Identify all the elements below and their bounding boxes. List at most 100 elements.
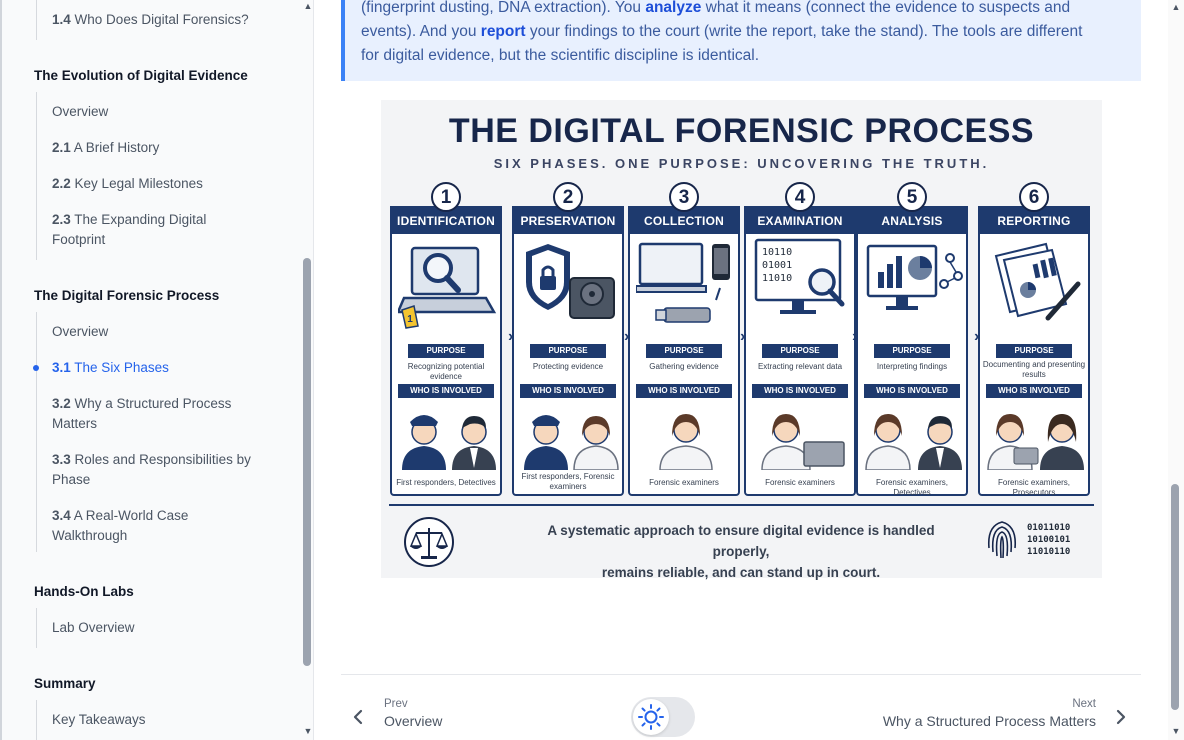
phase-number: 5 — [897, 182, 927, 212]
phase-purpose: Protecting evidence — [532, 362, 604, 371]
sidebar-item-label: A Real-World Case Walkthrough — [52, 508, 189, 543]
sidebar-item-case-walkthrough[interactable]: 3.4 A Real-World Case Walkthrough — [52, 506, 212, 546]
phase-people: First responders, Forensic examiners — [521, 472, 615, 491]
forensic-process-infographic: THE DIGITAL FORENSIC PROCESS SIX PHASES.… — [381, 100, 1102, 580]
monitor-charts-network-icon — [866, 244, 963, 310]
sidebar-item-label: Roles and Responsibilities by Phase — [52, 452, 251, 487]
monitor-binary-magnifier-icon: 10110 01001 11010 — [754, 238, 845, 314]
binary-line: 10110 — [762, 247, 792, 258]
binary-line: 01001 — [762, 260, 792, 271]
forensic-examiner-icon — [659, 414, 713, 470]
chevron-right-icon — [1116, 709, 1126, 725]
scroll-up-arrow-icon[interactable]: ▲ — [303, 1, 313, 11]
laptop-phone-usb-icon — [636, 242, 730, 323]
who-label: WHO IS INVOLVED — [398, 384, 494, 398]
footer-divider — [389, 504, 1094, 506]
sidebar-item-structured-process[interactable]: 3.2 Why a Structured Process Matters — [52, 394, 242, 434]
report-document-pen-icon — [994, 242, 1081, 321]
sidebar-item-brief-history[interactable]: 2.1 A Brief History — [52, 138, 267, 158]
examiner-laptop-icon — [761, 414, 845, 470]
sidebar-item-number: 3.4 — [52, 508, 71, 523]
callout-text: what it means (connect the evidence to s… — [701, 0, 1071, 16]
sidebar-item-label: Key Takeaways — [52, 712, 146, 727]
sidebar-item-six-phases[interactable]: 3.1 The Six Phases — [52, 358, 267, 378]
toggle-knob — [633, 699, 669, 735]
phase-people: Forensic examiners, Prosecutors — [997, 478, 1071, 497]
nav-group: Overview 3.1 The Six Phases 3.2 Why a St… — [36, 312, 286, 552]
phase-number: 6 — [1019, 182, 1049, 212]
chevron-left-icon — [353, 709, 363, 725]
sidebar-item-label: Why a Structured Process Matters — [52, 396, 232, 431]
sidebar-item-label: Key Legal Milestones — [74, 176, 203, 191]
scroll-up-arrow-icon[interactable]: ▲ — [1170, 2, 1182, 12]
callout-text: for digital evidence, but the scientific… — [361, 47, 760, 64]
callout-text: your findings to the court (write the re… — [525, 23, 1083, 40]
section-title-evolution[interactable]: The Evolution of Digital Evidence — [34, 68, 248, 83]
sidebar-item-label: Overview — [52, 324, 109, 339]
pager-divider — [341, 674, 1141, 675]
phase-people: First responders, Detectives — [396, 478, 496, 487]
who-label: WHO IS INVOLVED — [864, 384, 960, 398]
sidebar-item-lab-overview[interactable]: Lab Overview — [52, 618, 267, 638]
sidebar-scrollbar[interactable]: ▲ ▼ — [302, 0, 313, 740]
section-title-labs[interactable]: Hands-On Labs — [34, 584, 134, 599]
sidebar-item-roles[interactable]: 3.3 Roles and Responsibilities by Phase — [52, 450, 262, 490]
sidebar-item-label: The Six Phases — [74, 360, 169, 375]
sidebar-item-number: 3.2 — [52, 396, 71, 411]
section-title-forensic-process[interactable]: The Digital Forensic Process — [34, 288, 219, 303]
sidebar-item-number: 2.1 — [52, 140, 71, 155]
phase-card-analysis: ANALYSIS 5 PURPOSE Interpreting findings… — [856, 182, 968, 497]
phase-purpose: Extracting relevant data — [757, 362, 843, 371]
sidebar-item-legal-milestones[interactable]: 2.2 Key Legal Milestones — [52, 174, 267, 194]
scrollbar-thumb[interactable] — [303, 258, 311, 666]
laptop-magnifier-icon: 1 — [398, 246, 497, 329]
examiner-detective-icon — [865, 414, 962, 470]
sidebar-item-label: Overview — [52, 104, 109, 119]
main-scrollbar[interactable]: ▲ ▼ — [1168, 0, 1184, 740]
prev-page-link[interactable]: Prev Overview — [345, 698, 545, 738]
sidebar-item-number: 3.3 — [52, 452, 71, 467]
shield-lock-drive-icon — [526, 244, 615, 319]
binary-line: 01011010 — [1027, 523, 1071, 533]
nav-group: 1.4 Who Does Digital Forensics? — [36, 0, 286, 40]
phase-number: 2 — [553, 182, 583, 212]
nav-group: Lab Overview — [36, 608, 286, 648]
binary-line: 10100101 — [1027, 535, 1071, 545]
phase-card-collection: COLLECTION 3 PURPOSE Gathering evidence … — [628, 182, 740, 496]
phase-card-identification: IDENTIFICATION 1 1 PURPOSE Recognizing p… — [390, 182, 502, 496]
purpose-label: PURPOSE — [408, 344, 484, 358]
nav-group: Key Takeaways — [36, 700, 286, 740]
phase-people: Forensic examiners — [649, 478, 719, 487]
sidebar-item-overview[interactable]: Overview — [52, 322, 267, 342]
binary-code-block: 01011010 10100101 11010110 — [1027, 522, 1070, 558]
footer-line: remains reliable, and can stand up in co… — [601, 565, 881, 580]
nav-group: Overview 2.1 A Brief History 2.2 Key Leg… — [36, 92, 286, 260]
sidebar-item-overview[interactable]: Overview — [52, 102, 267, 122]
sidebar-item-number: 3.1 — [52, 360, 71, 375]
scrollbar-thumb[interactable] — [1171, 484, 1179, 710]
sidebar-item-number: 2.2 — [52, 176, 71, 191]
sidebar-item-label: A Brief History — [73, 140, 160, 155]
who-label: WHO IS INVOLVED — [752, 384, 848, 398]
scales-of-justice-icon — [404, 517, 454, 567]
binary-line: 11010 — [762, 273, 792, 284]
sidebar-item-label: Who Does Digital Forensics? — [74, 12, 249, 27]
main-content: (fingerprint dusting, DNA extraction). Y… — [315, 0, 1168, 740]
scroll-down-arrow-icon[interactable]: ▼ — [303, 726, 313, 736]
sun-icon — [638, 704, 664, 730]
next-page-link[interactable]: Next Why a Structured Process Matters — [834, 698, 1134, 738]
sidebar-item-key-takeaways[interactable]: Key Takeaways — [52, 710, 267, 730]
phase-purpose: Interpreting findings — [876, 362, 948, 371]
phase-number: 4 — [785, 182, 815, 212]
phase-number: 1 — [431, 182, 461, 212]
fingerprint-icon — [987, 521, 1017, 559]
purpose-label: PURPOSE — [530, 344, 606, 358]
sidebar-item-number: 1.4 — [52, 12, 71, 27]
purpose-label: PURPOSE — [762, 344, 838, 358]
sidebar-item-who-does-digital-forensics[interactable]: 1.4 Who Does Digital Forensics? — [52, 10, 267, 30]
sidebar-item-expanding-footprint[interactable]: 2.3 The Expanding Digital Footprint — [52, 210, 232, 250]
section-title-summary[interactable]: Summary — [34, 676, 96, 691]
scroll-down-arrow-icon[interactable]: ▼ — [1170, 726, 1182, 736]
theme-toggle[interactable] — [631, 697, 695, 737]
binary-line: 11010110 — [1027, 547, 1071, 557]
